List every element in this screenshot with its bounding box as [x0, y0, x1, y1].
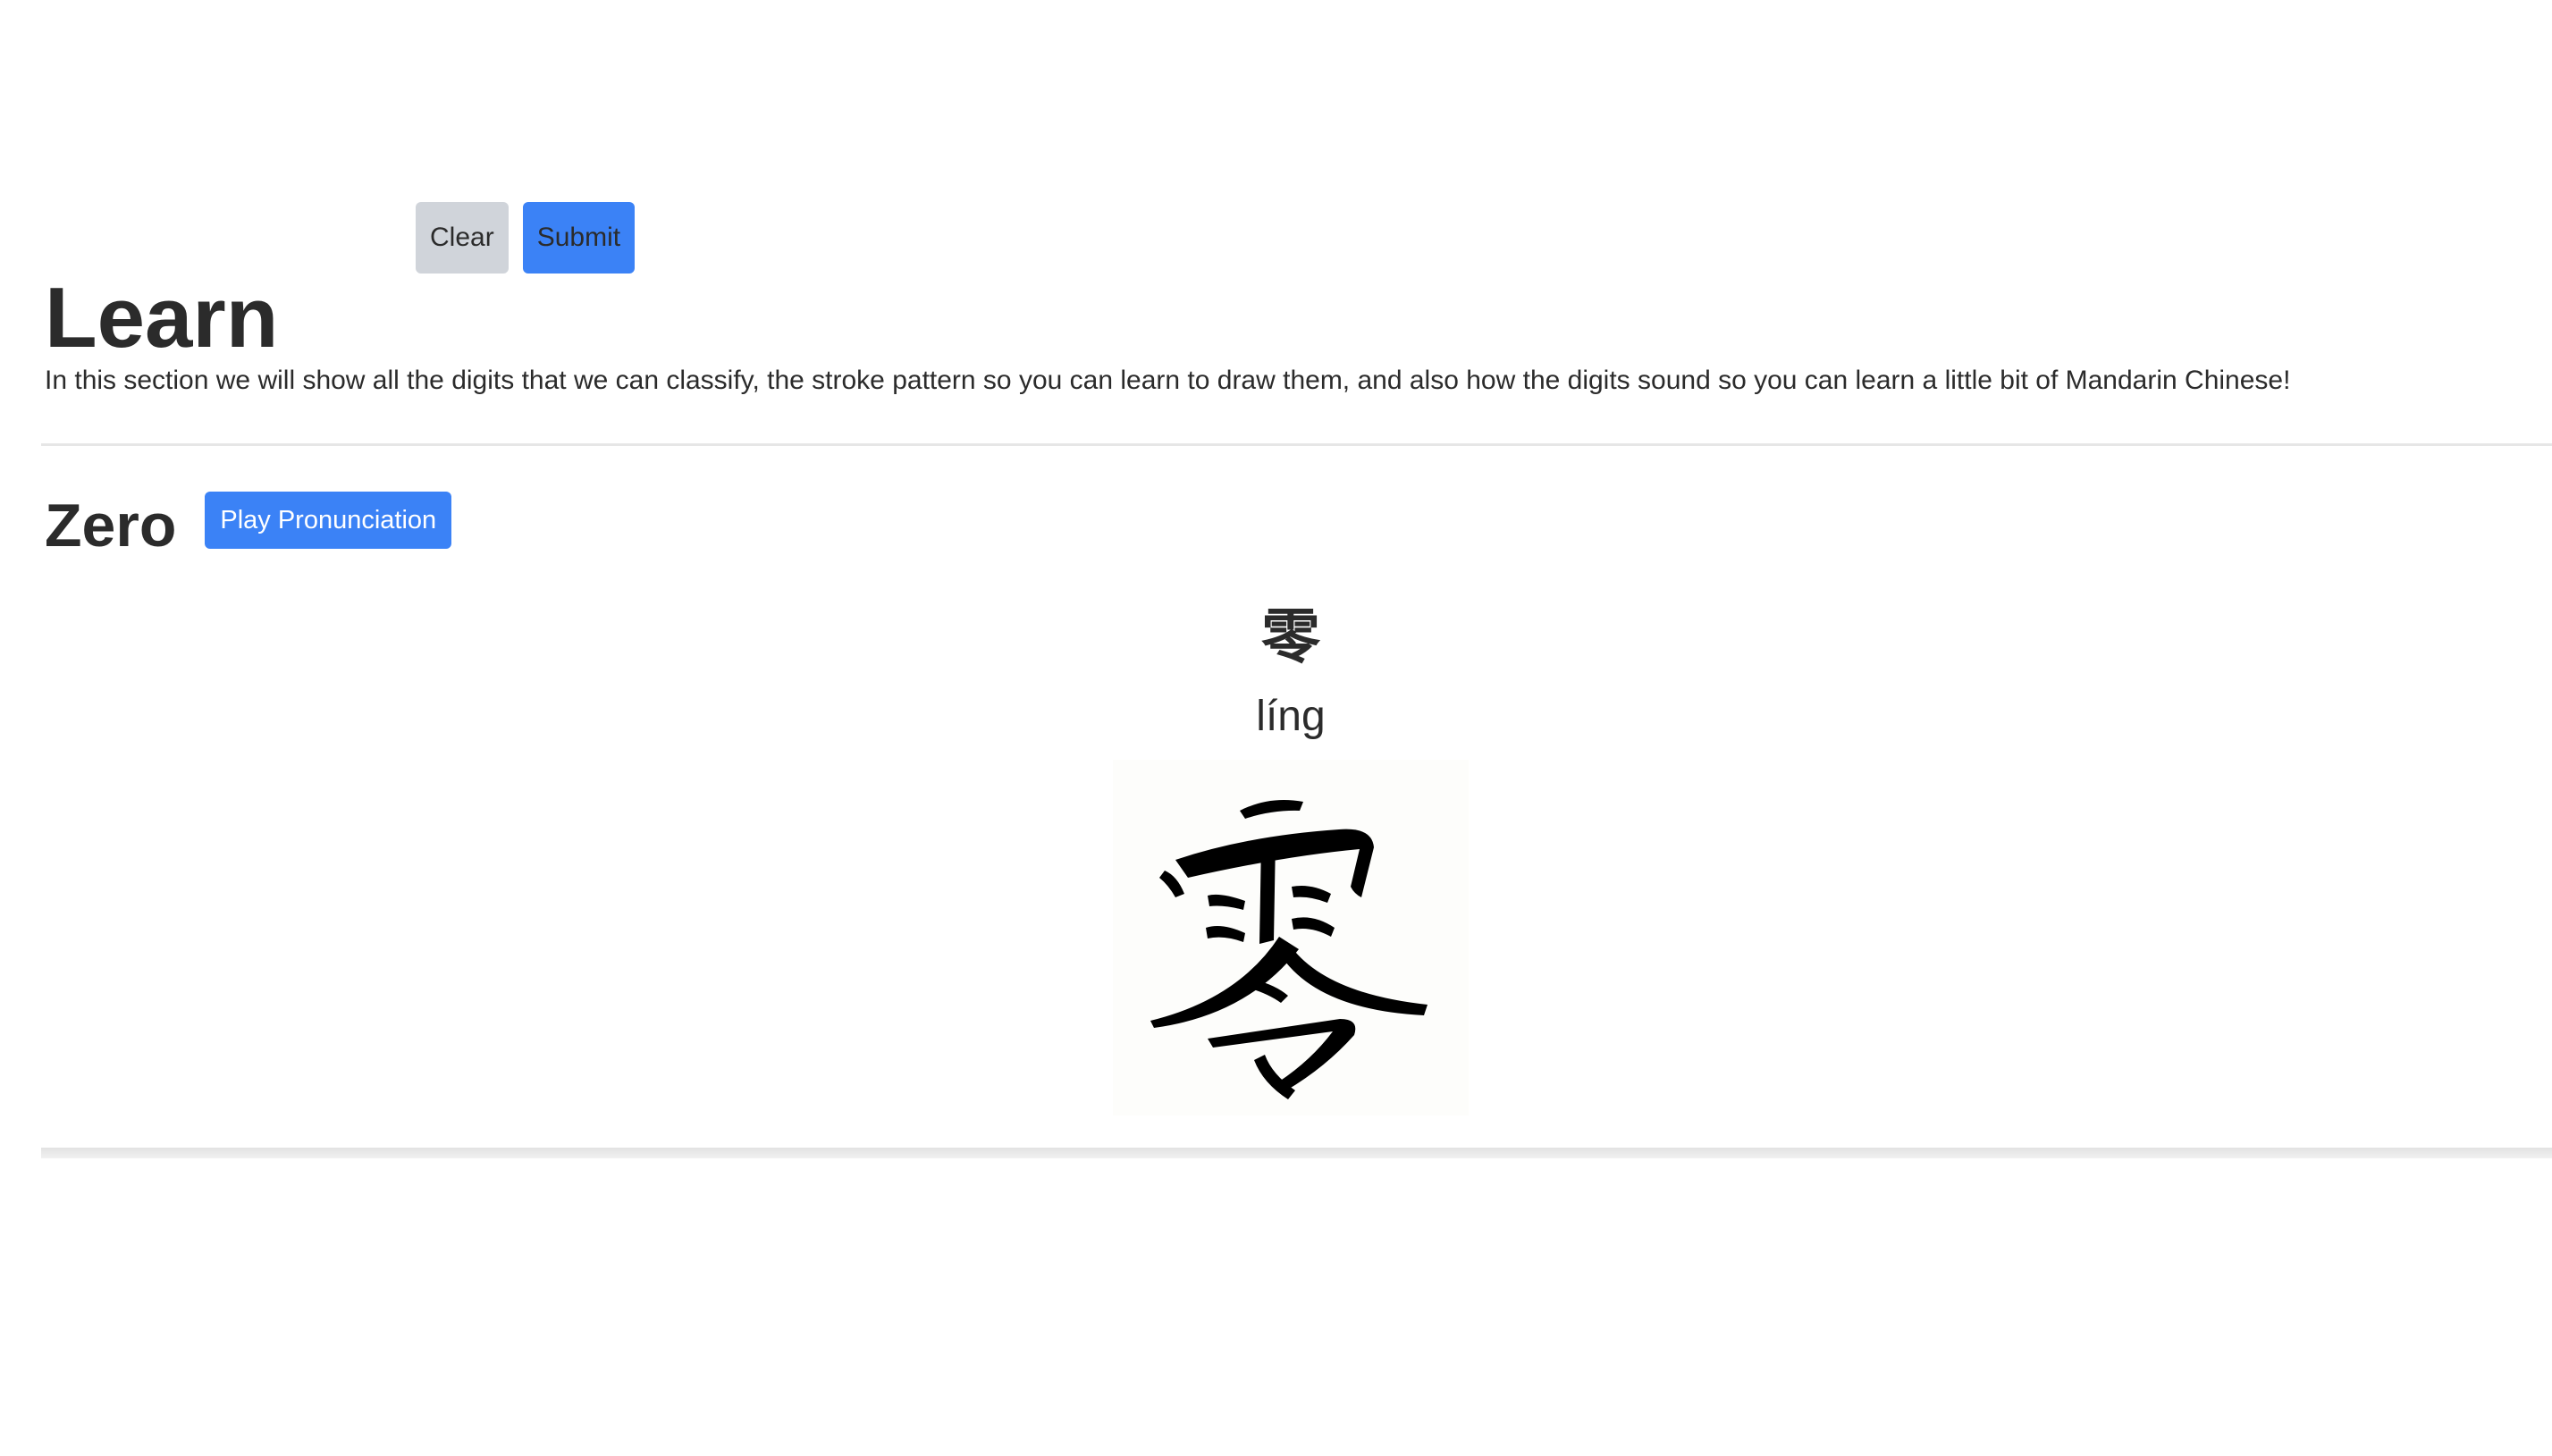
- section-divider-bottom: [41, 1148, 2552, 1158]
- page-title: Learn: [45, 270, 279, 366]
- stroke-pattern-svg: [1150, 799, 1428, 1099]
- section-divider: [41, 443, 2552, 446]
- digit-card: 零 líng: [0, 590, 2552, 1115]
- digit-pinyin: líng: [1256, 693, 1326, 740]
- play-pronunciation-button[interactable]: Play Pronunciation: [205, 492, 452, 549]
- digit-name: Zero: [45, 492, 177, 560]
- digit-character: 零: [1261, 602, 1320, 671]
- clear-button[interactable]: Clear: [416, 202, 509, 274]
- stroke-pattern-image: [1113, 760, 1469, 1115]
- learn-description: In this section we will show all the dig…: [45, 366, 2291, 395]
- canvas-toolbar: Clear Submit: [416, 202, 636, 274]
- submit-button[interactable]: Submit: [522, 202, 636, 274]
- digit-header: Zero Play Pronunciation: [45, 488, 452, 563]
